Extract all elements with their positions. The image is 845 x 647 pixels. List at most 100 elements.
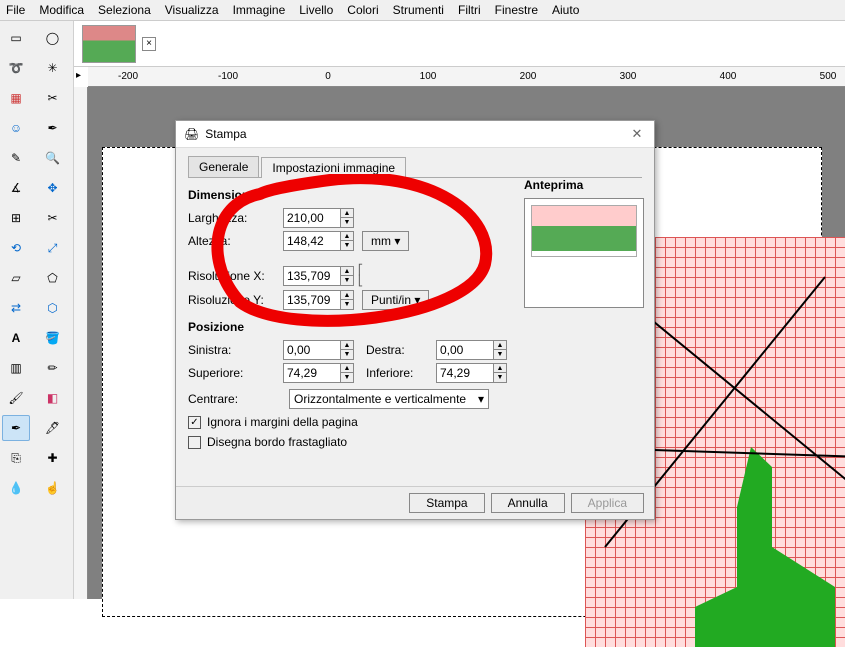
menu-tools[interactable]: Strumenti [393, 3, 444, 17]
ruler-label: 300 [620, 71, 637, 82]
center-label: Centrare: [188, 392, 283, 406]
position-heading: Posizione [188, 320, 642, 334]
draw-border-checkbox[interactable] [188, 436, 201, 449]
ignore-margins-label: Ignora i margini della pagina [207, 415, 358, 429]
move-tool[interactable]: ✥ [39, 175, 67, 201]
perspective-tool[interactable]: ⬠ [39, 265, 67, 291]
ruler-label: 100 [420, 71, 437, 82]
lasso-tool[interactable]: ➰ [2, 55, 30, 81]
menu-layer[interactable]: Livello [299, 3, 333, 17]
resolution-y-spinner[interactable]: ▲▼ [341, 290, 354, 310]
clone-tool[interactable]: ⎘ [2, 445, 30, 471]
apply-button[interactable]: Applica [571, 493, 644, 513]
ink-tool[interactable]: 🖋 [39, 415, 67, 441]
width-input[interactable] [283, 208, 341, 228]
width-label: Larghezza: [188, 211, 283, 225]
ellipse-select-tool[interactable]: ◯ [39, 25, 67, 51]
top-spinner[interactable]: ▲▼ [341, 363, 354, 383]
height-label: Altezza: [188, 234, 283, 248]
size-unit-selector[interactable]: mm ▾ [362, 231, 409, 251]
menu-select[interactable]: Seleziona [98, 3, 151, 17]
menu-view[interactable]: Visualizza [165, 3, 219, 17]
measure-tool[interactable]: ∡ [2, 175, 30, 201]
resolution-y-label: Risoluzione Y: [188, 293, 283, 307]
top-input[interactable] [283, 363, 341, 383]
zoom-tool[interactable]: 🔍 [39, 145, 67, 171]
tab-image-settings[interactable]: Impostazioni immagine [261, 157, 406, 178]
menu-bar: File Modifica Seleziona Visualizza Immag… [0, 0, 845, 21]
rect-select-tool[interactable]: ▭ [2, 25, 30, 51]
toolbox: ▭ ◯ ➰ ✳ ▦ ✂ ☺ ✒ ✎ 🔍 ∡ ✥ ⊞ ✂ ⟲ ⤢ ▱ ⬠ ⇄ ⬡ … [0, 21, 74, 599]
print-dialog: 🖨 Stampa ✕ Generale Impostazioni immagin… [175, 120, 655, 520]
ignore-margins-checkbox[interactable]: ✓ [188, 416, 201, 429]
vertical-ruler[interactable] [74, 87, 88, 599]
eraser-tool[interactable]: ◧ [39, 385, 67, 411]
text-tool[interactable]: A [2, 325, 30, 351]
ruler-label: 200 [520, 71, 537, 82]
bucket-fill-tool[interactable]: 🪣 [39, 325, 67, 351]
green-pattern-shape [695, 447, 835, 647]
menu-help[interactable]: Aiuto [552, 3, 579, 17]
bottom-input[interactable] [436, 363, 494, 383]
align-tool[interactable]: ⊞ [2, 205, 30, 231]
right-spinner[interactable]: ▲▼ [494, 340, 507, 360]
image-tab-close-button[interactable]: × [142, 37, 156, 51]
crop-tool[interactable]: ✂ [39, 205, 67, 231]
printer-icon: 🖨 [184, 127, 199, 141]
heal-tool[interactable]: ✚ [39, 445, 67, 471]
resolution-y-input[interactable] [283, 290, 341, 310]
image-tab-thumbnail[interactable] [82, 25, 136, 63]
smudge-tool[interactable]: ☝ [39, 475, 67, 501]
ruler-label: 0 [325, 71, 331, 82]
pencil-tool[interactable]: ✏ [39, 355, 67, 381]
menu-image[interactable]: Immagine [233, 3, 286, 17]
shear-tool[interactable]: ▱ [2, 265, 30, 291]
resolution-x-label: Risoluzione X: [188, 269, 283, 283]
bottom-label: Inferiore: [366, 366, 436, 380]
menu-colors[interactable]: Colori [347, 3, 378, 17]
scale-tool[interactable]: ⤢ [39, 235, 67, 261]
airbrush-tool[interactable]: ✒ [2, 415, 30, 441]
menu-edit[interactable]: Modifica [39, 3, 84, 17]
menu-windows[interactable]: Finestre [495, 3, 538, 17]
foreground-select-tool[interactable]: ☺ [2, 115, 30, 141]
resolution-x-spinner[interactable]: ▲▼ [341, 266, 354, 286]
print-button[interactable]: Stampa [409, 493, 484, 513]
menu-filters[interactable]: Filtri [458, 3, 481, 17]
resolution-x-input[interactable] [283, 266, 341, 286]
width-spinner[interactable]: ▲▼ [341, 208, 354, 228]
bottom-spinner[interactable]: ▲▼ [494, 363, 507, 383]
flip-tool[interactable]: ⇄ [2, 295, 30, 321]
right-input[interactable] [436, 340, 494, 360]
horizontal-ruler[interactable]: -200 -100 0 100 200 300 400 500 [88, 67, 845, 87]
left-input[interactable] [283, 340, 341, 360]
blend-tool[interactable]: ▥ [2, 355, 30, 381]
resolution-link-icon[interactable]: ⎡⎣ [358, 265, 363, 287]
paintbrush-tool[interactable]: 🖌 [2, 385, 30, 411]
left-label: Sinistra: [188, 343, 283, 357]
ruler-label: -200 [118, 71, 138, 82]
paths-tool[interactable]: ✒ [39, 115, 67, 141]
tab-general[interactable]: Generale [188, 156, 259, 177]
dialog-close-button[interactable]: ✕ [628, 125, 646, 143]
ruler-origin-icon: ▸ [76, 70, 81, 81]
resolution-unit-selector[interactable]: Punti/in ▾ [362, 290, 429, 310]
color-picker-tool[interactable]: ✎ [2, 145, 30, 171]
blur-tool[interactable]: 💧 [2, 475, 30, 501]
by-color-select-tool[interactable]: ▦ [2, 85, 30, 111]
menu-file[interactable]: File [6, 3, 25, 17]
draw-border-label: Disegna bordo frastagliato [207, 435, 347, 449]
top-label: Superiore: [188, 366, 283, 380]
height-input[interactable] [283, 231, 341, 251]
rotate-tool[interactable]: ⟲ [2, 235, 30, 261]
fuzzy-select-tool[interactable]: ✳ [39, 55, 67, 81]
cage-tool[interactable]: ⬡ [39, 295, 67, 321]
scissors-tool[interactable]: ✂ [39, 85, 67, 111]
height-spinner[interactable]: ▲▼ [341, 231, 354, 251]
ruler-label: 400 [720, 71, 737, 82]
preview-heading: Anteprima [524, 178, 644, 192]
preview-thumbnail [531, 205, 637, 257]
left-spinner[interactable]: ▲▼ [341, 340, 354, 360]
center-select[interactable]: Orizzontalmente e verticalmente▾ [289, 389, 489, 409]
cancel-button[interactable]: Annulla [491, 493, 565, 513]
